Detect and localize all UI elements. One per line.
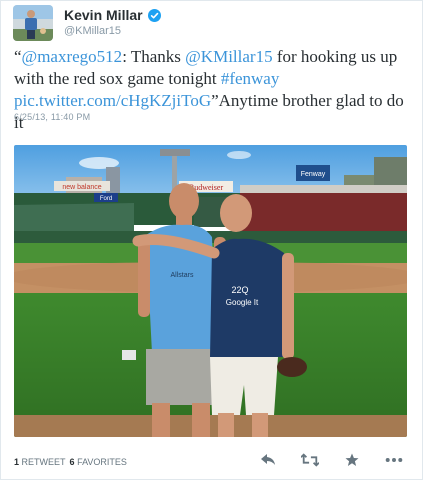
media-link[interactable]: pic.twitter.com/cHgKZjiToG: [14, 91, 211, 110]
ford-sign: Ford: [100, 196, 112, 202]
tweet-stats: 1 RETWEET 6 FAVORITES: [14, 457, 127, 467]
tweet-actions: [259, 451, 403, 469]
favorite-count: 6: [69, 457, 75, 467]
mention-link[interactable]: @KMillar15: [185, 47, 272, 66]
retweet-label: RETWEET: [21, 457, 66, 467]
new-balance-sign: new balance: [62, 184, 101, 191]
tweet-text-segment: : Thanks: [122, 47, 186, 66]
avatar[interactable]: [13, 5, 53, 41]
tweet-photo[interactable]: new balance Ford Budweiser Fenway Allsta…: [14, 145, 407, 437]
more-icon[interactable]: [385, 451, 403, 469]
retweet-count: 1: [14, 457, 20, 467]
retweet-icon[interactable]: [301, 451, 319, 469]
timestamp[interactable]: 6/25/13, 11:40 PM: [14, 112, 90, 122]
author-name-row[interactable]: Kevin Millar: [64, 7, 161, 23]
verified-icon: [147, 8, 161, 22]
shirt-left-text: Allstars: [171, 272, 194, 279]
hashtag-link[interactable]: #fenway: [221, 69, 280, 88]
mention-link[interactable]: @maxrego512: [22, 47, 123, 66]
favorite-icon[interactable]: [343, 451, 361, 469]
reply-icon[interactable]: [259, 451, 277, 469]
favorite-stat[interactable]: 6 FAVORITES: [70, 457, 127, 467]
retweet-stat[interactable]: 1 RETWEET: [14, 457, 66, 467]
shirt-right-bottom-text: Google It: [226, 298, 259, 307]
shirt-right-top-text: 22Q: [231, 285, 248, 295]
favorite-label: FAVORITES: [77, 457, 127, 467]
tweet-text-open-quote: “: [14, 47, 22, 66]
fenway-sign: Fenway: [301, 171, 326, 178]
author-handle[interactable]: @KMillar15: [64, 25, 121, 37]
author-name[interactable]: Kevin Millar: [64, 7, 143, 23]
